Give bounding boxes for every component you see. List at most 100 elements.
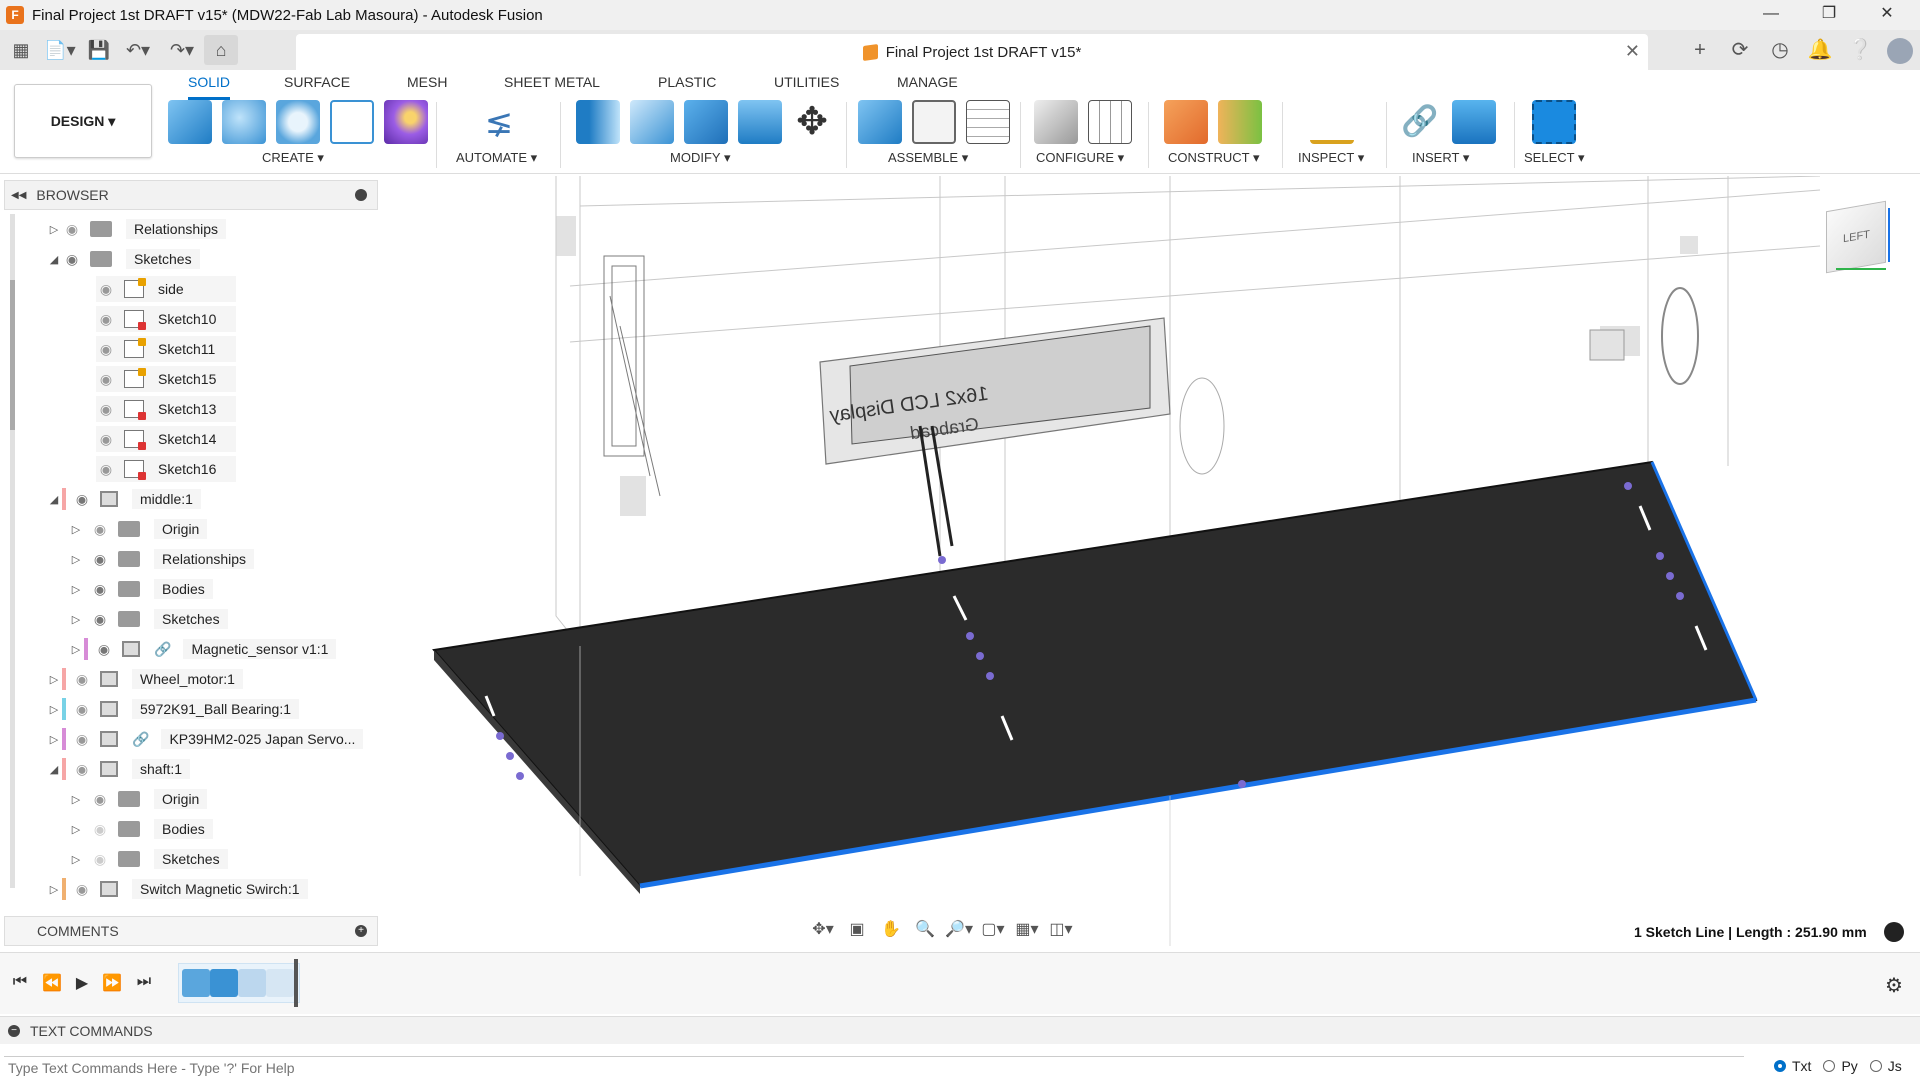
grid-settings-icon[interactable]: ▦▾ xyxy=(1012,918,1042,942)
timeline-extrude-feature[interactable] xyxy=(266,969,294,997)
visibility-eye-icon[interactable]: ◉ xyxy=(96,462,116,476)
visibility-eye-icon[interactable]: ◉ xyxy=(90,522,110,536)
tree-item[interactable]: ▷ ◉ Sketches xyxy=(68,606,228,632)
visibility-eye-icon[interactable]: ◉ xyxy=(96,372,116,386)
tree-item[interactable]: ◉ Sketch10 xyxy=(96,306,236,332)
collapse-arrow-icon[interactable]: ◢ xyxy=(46,493,62,506)
visibility-eye-icon[interactable]: ◉ xyxy=(90,822,110,836)
save-icon[interactable]: 💾 xyxy=(82,35,116,65)
browser-panel-header[interactable]: ◀◀ BROWSER xyxy=(4,180,378,210)
add-comment-icon[interactable]: + xyxy=(355,925,367,937)
3d-viewport[interactable]: 16x2 LCD Display Grabcad LEFT xyxy=(380,175,1920,946)
help-icon[interactable]: ❔ xyxy=(1840,30,1880,70)
orbit-icon[interactable]: ✥▾ xyxy=(808,918,838,942)
js-radio[interactable] xyxy=(1869,1060,1882,1072)
timeline-sketch-feature[interactable] xyxy=(182,969,210,997)
tree-item[interactable]: ▷ ◉ 🔗 KP39HM2-025 Japan Servo... xyxy=(46,726,364,752)
tab-mesh[interactable]: MESH xyxy=(407,74,447,96)
visibility-eye-icon[interactable]: ◉ xyxy=(90,582,110,596)
collapse-arrow-icon[interactable]: ◢ xyxy=(46,763,62,776)
visibility-eye-icon[interactable]: ◉ xyxy=(72,762,92,776)
tree-item[interactable]: ▷ ◉ Origin xyxy=(68,786,208,812)
tab-sheet-metal[interactable]: SHEET METAL xyxy=(504,74,600,96)
group-select[interactable]: SELECT ▾ xyxy=(1524,150,1584,166)
visibility-eye-icon[interactable]: ◉ xyxy=(90,612,110,626)
pin-icon[interactable] xyxy=(355,189,367,201)
minimize-icon[interactable]: — xyxy=(1748,0,1794,30)
midplane-icon[interactable] xyxy=(1218,100,1262,144)
visibility-eye-icon[interactable]: ◉ xyxy=(96,312,116,326)
group-insert[interactable]: INSERT ▾ xyxy=(1412,150,1469,166)
joint-icon[interactable] xyxy=(912,100,956,144)
press-pull-icon[interactable] xyxy=(576,100,620,144)
restore-icon[interactable]: ❐ xyxy=(1806,0,1852,30)
visibility-eye-icon[interactable]: ◉ xyxy=(72,492,92,506)
notifications-bell-icon[interactable]: 🔔 xyxy=(1800,30,1840,70)
viewcube[interactable]: LEFT xyxy=(1826,200,1886,274)
configuration-table-icon[interactable] xyxy=(1088,100,1132,144)
look-at-icon[interactable]: ▣ xyxy=(842,918,872,942)
visibility-eye-icon[interactable]: ◉ xyxy=(62,222,82,236)
home-icon[interactable]: ⌂ xyxy=(204,35,238,65)
file-menu-icon[interactable]: 📄▾ xyxy=(38,35,82,65)
redo-icon[interactable]: ↷▾ xyxy=(160,35,204,65)
group-create[interactable]: CREATE ▾ xyxy=(262,150,324,166)
collapse-arrow-icon[interactable]: ◢ xyxy=(46,253,62,266)
tree-item[interactable]: ▷ ◉ Bodies xyxy=(68,576,213,602)
configure-icon[interactable] xyxy=(1034,100,1078,144)
group-assemble[interactable]: ASSEMBLE ▾ xyxy=(888,150,968,166)
bom-icon[interactable] xyxy=(966,100,1010,144)
visibility-eye-icon[interactable]: ◉ xyxy=(90,792,110,806)
timeline-sketch-feature[interactable] xyxy=(238,969,266,997)
step-forward-icon[interactable]: ⏩ xyxy=(100,973,124,997)
expand-arrow-icon[interactable]: ▷ xyxy=(46,703,62,716)
go-to-end-icon[interactable]: ⏭ xyxy=(132,973,156,997)
visibility-eye-icon[interactable]: ◉ xyxy=(96,402,116,416)
document-tab[interactable]: Final Project 1st DRAFT v15* ✕ xyxy=(296,34,1648,70)
visibility-eye-icon[interactable]: ◉ xyxy=(62,252,82,266)
text-commands-header[interactable]: − TEXT COMMANDS xyxy=(0,1016,1920,1044)
expand-arrow-icon[interactable]: ▷ xyxy=(68,523,84,536)
tab-plastic[interactable]: PLASTIC xyxy=(658,74,716,96)
tree-item[interactable]: ▷ ◉ Wheel_motor:1 xyxy=(46,666,243,692)
tab-solid[interactable]: SOLID xyxy=(188,74,231,100)
expand-arrow-icon[interactable]: ▷ xyxy=(68,823,84,836)
group-configure[interactable]: CONFIGURE ▾ xyxy=(1036,150,1124,166)
step-back-icon[interactable]: ⏪ xyxy=(40,973,64,997)
tree-item[interactable]: ▷ ◉ Origin xyxy=(68,516,208,542)
user-avatar-icon[interactable] xyxy=(1880,30,1920,70)
insert-canvas-icon[interactable] xyxy=(1452,100,1496,144)
tree-item[interactable]: ◢ ◉ middle:1 xyxy=(46,486,201,512)
workspace-switcher[interactable]: DESIGN ▾ xyxy=(14,84,152,158)
job-status-icon[interactable]: ◷ xyxy=(1760,30,1800,70)
pan-hand-icon[interactable]: ✋ xyxy=(876,918,906,942)
visibility-eye-icon[interactable]: ◉ xyxy=(72,732,92,746)
offset-plane-icon[interactable] xyxy=(1164,100,1208,144)
zoom-icon[interactable]: 🔍 xyxy=(910,918,940,942)
revolve-icon[interactable] xyxy=(276,100,320,144)
tree-item[interactable]: ▷ ◉ 5972K91_Ball Bearing:1 xyxy=(46,696,300,722)
expand-arrow-icon[interactable]: ▷ xyxy=(68,853,84,866)
visibility-eye-icon[interactable]: ◉ xyxy=(90,552,110,566)
viewports-icon[interactable]: ◫▾ xyxy=(1046,918,1076,942)
measure-toggle-icon[interactable] xyxy=(1884,922,1904,942)
extensions-icon[interactable]: ⟳ xyxy=(1720,30,1760,70)
py-radio[interactable] xyxy=(1823,1060,1836,1072)
comments-panel-header[interactable]: COMMENTS + xyxy=(4,916,378,946)
collapse-panel-icon[interactable]: ◀◀ xyxy=(11,190,26,201)
go-to-start-icon[interactable]: ⏮ xyxy=(8,973,32,997)
automate-icon[interactable]: ⪇ xyxy=(477,100,521,144)
tree-item[interactable]: ▷ ◉ Relationships xyxy=(68,546,255,572)
tree-item[interactable]: ◢ ◉ Sketches xyxy=(46,246,200,272)
select-icon[interactable] xyxy=(1532,100,1576,144)
model-canvas[interactable]: 16x2 LCD Display Grabcad xyxy=(380,175,1920,946)
fit-zoom-icon[interactable]: 🔎▾ xyxy=(944,918,974,942)
shell-icon[interactable] xyxy=(738,100,782,144)
undo-icon[interactable]: ↶▾ xyxy=(116,35,160,65)
expand-arrow-icon[interactable]: ▷ xyxy=(68,613,84,626)
visibility-eye-icon[interactable]: ◉ xyxy=(90,852,110,866)
visibility-eye-icon[interactable]: ◉ xyxy=(96,342,116,356)
visibility-eye-icon[interactable]: ◉ xyxy=(94,642,114,656)
chamfer-icon[interactable] xyxy=(684,100,728,144)
txt-radio[interactable] xyxy=(1774,1060,1786,1072)
